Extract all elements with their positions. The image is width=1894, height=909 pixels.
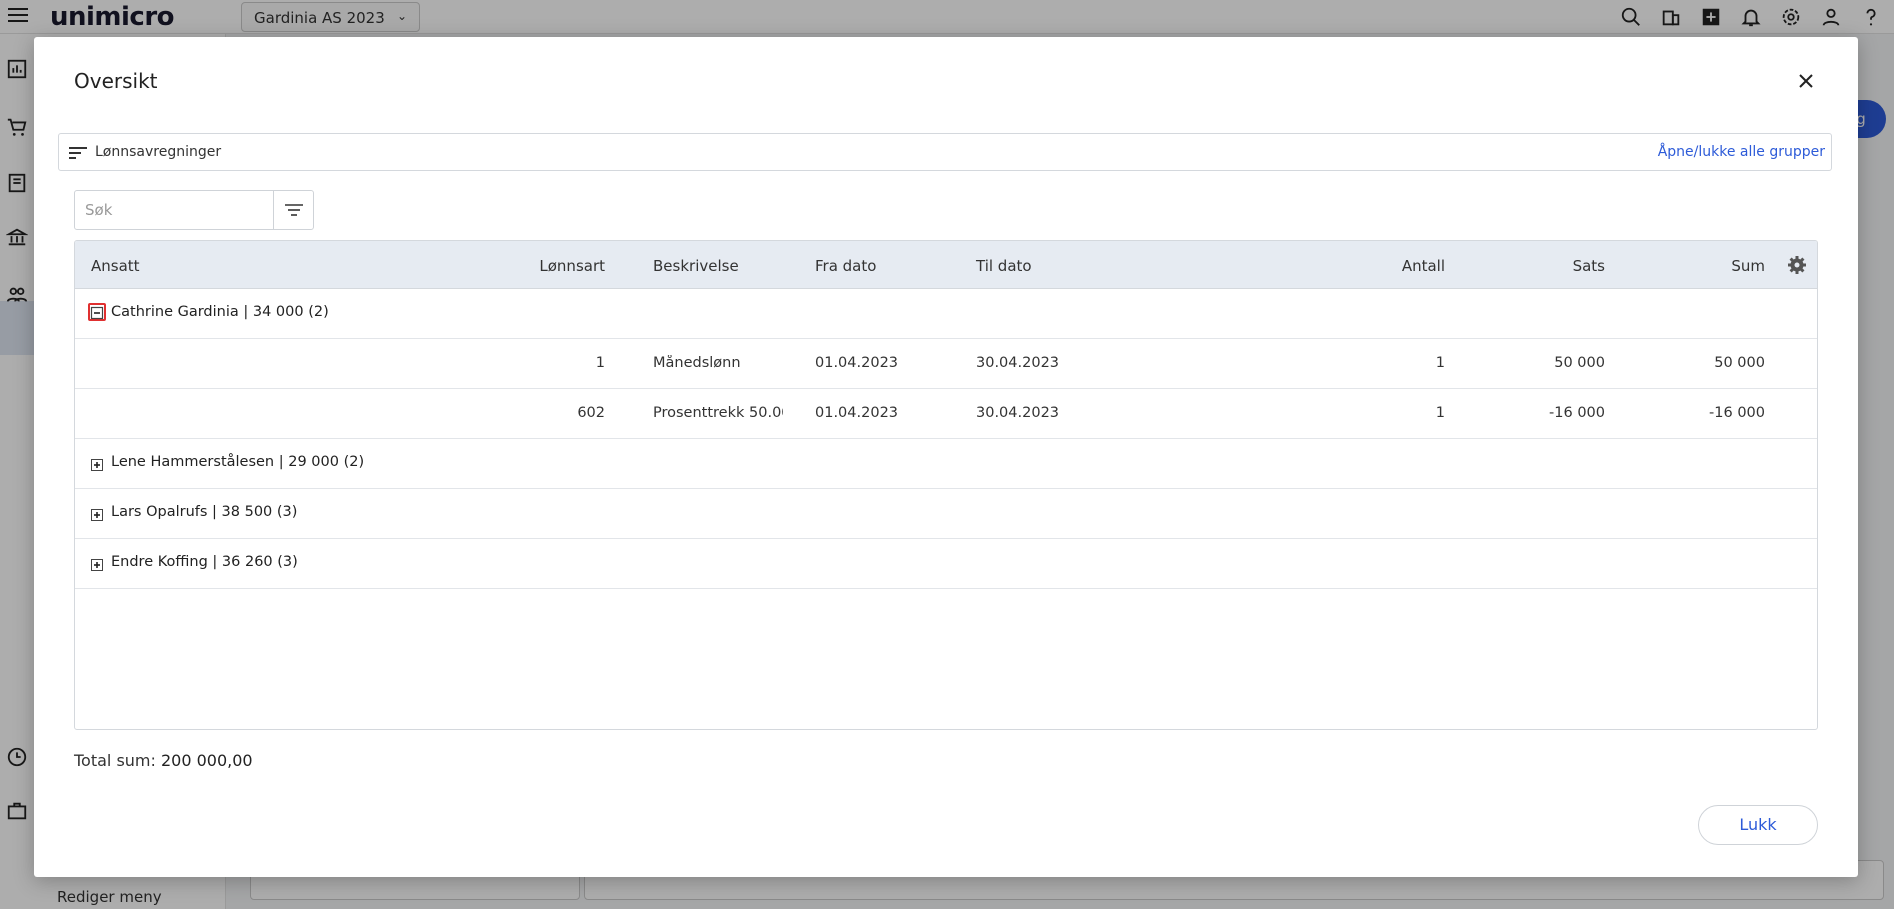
- modal-title: Oversikt: [74, 69, 158, 93]
- group-row[interactable]: Lars Opalrufs | 38 500 (3): [75, 489, 1817, 539]
- table-row[interactable]: 602 Prosenttrekk 50.000 01.04.2023 30.04…: [75, 389, 1817, 439]
- payroll-table: Ansatt Lønnsart Beskrivelse Fra dato Til…: [74, 240, 1818, 730]
- grouping-bar: Lønnsavregninger Åpne/lukke alle grupper: [58, 133, 1832, 171]
- close-icon[interactable]: [1794, 69, 1818, 93]
- column-header-ansatt[interactable]: Ansatt: [91, 257, 140, 275]
- toggle-all-groups-link[interactable]: Åpne/lukke alle grupper: [1658, 144, 1825, 160]
- sort-lines-icon: [69, 145, 87, 159]
- total-sum: Total sum: 200 000,00: [74, 751, 253, 770]
- column-header-til-dato[interactable]: Til dato: [976, 257, 1032, 275]
- table-header: Ansatt Lønnsart Beskrivelse Fra dato Til…: [75, 241, 1817, 289]
- group-row[interactable]: Lene Hammerstålesen | 29 000 (2): [75, 439, 1817, 489]
- overview-modal: Oversikt Lønnsavregninger Åpne/lukke all…: [34, 37, 1858, 877]
- grouping-label: Lønnsavregninger: [95, 144, 222, 160]
- filter-icon: [284, 204, 303, 216]
- table-row[interactable]: 1 Månedslønn 01.04.2023 30.04.2023 1 50 …: [75, 339, 1817, 389]
- cell-beskrivelse: Månedslønn: [653, 355, 741, 371]
- cell-til-dato: 30.04.2023: [976, 355, 1060, 371]
- cell-sum: 50 000: [1714, 355, 1765, 371]
- column-header-antall[interactable]: Antall: [1365, 257, 1445, 275]
- group-row[interactable]: Endre Koffing | 36 260 (3): [75, 539, 1817, 589]
- cell-fra-dato: 01.04.2023: [815, 355, 899, 371]
- cell-beskrivelse: Prosenttrekk 50.000: [653, 405, 783, 421]
- group-label: Cathrine Gardinia | 34 000 (2): [111, 304, 329, 320]
- search-input[interactable]: [75, 191, 275, 229]
- filter-button[interactable]: [273, 191, 313, 229]
- column-header-lonnsart[interactable]: Lønnsart: [435, 257, 605, 275]
- gear-icon[interactable]: [1787, 255, 1807, 275]
- cell-antall: 1: [1435, 355, 1445, 371]
- expand-group-icon[interactable]: [91, 556, 103, 571]
- column-header-sats[interactable]: Sats: [1525, 257, 1605, 275]
- group-label: Lene Hammerstålesen | 29 000 (2): [111, 454, 365, 470]
- group-label: Endre Koffing | 36 260 (3): [111, 554, 298, 570]
- cell-til-dato: 30.04.2023: [976, 405, 1060, 421]
- cell-antall: 1: [1435, 405, 1445, 421]
- expand-group-icon[interactable]: [91, 456, 103, 471]
- cell-lonnsart: 1: [595, 355, 605, 371]
- search-box: [74, 190, 314, 230]
- expand-group-icon[interactable]: [91, 506, 103, 521]
- total-value: 200 000,00: [161, 751, 253, 770]
- cell-lonnsart: 602: [577, 405, 605, 421]
- group-label: Lars Opalrufs | 38 500 (3): [111, 504, 298, 520]
- column-header-fra-dato[interactable]: Fra dato: [815, 257, 876, 275]
- column-header-beskrivelse[interactable]: Beskrivelse: [653, 257, 739, 275]
- total-label: Total sum:: [74, 751, 156, 770]
- group-row[interactable]: Cathrine Gardinia | 34 000 (2): [75, 289, 1817, 339]
- close-button[interactable]: Lukk: [1698, 805, 1818, 845]
- cell-sum: -16 000: [1709, 405, 1765, 421]
- cell-sats: 50 000: [1554, 355, 1605, 371]
- cell-fra-dato: 01.04.2023: [815, 405, 899, 421]
- column-header-sum[interactable]: Sum: [1685, 257, 1765, 275]
- collapse-group-icon[interactable]: [88, 303, 106, 321]
- cell-sats: -16 000: [1549, 405, 1605, 421]
